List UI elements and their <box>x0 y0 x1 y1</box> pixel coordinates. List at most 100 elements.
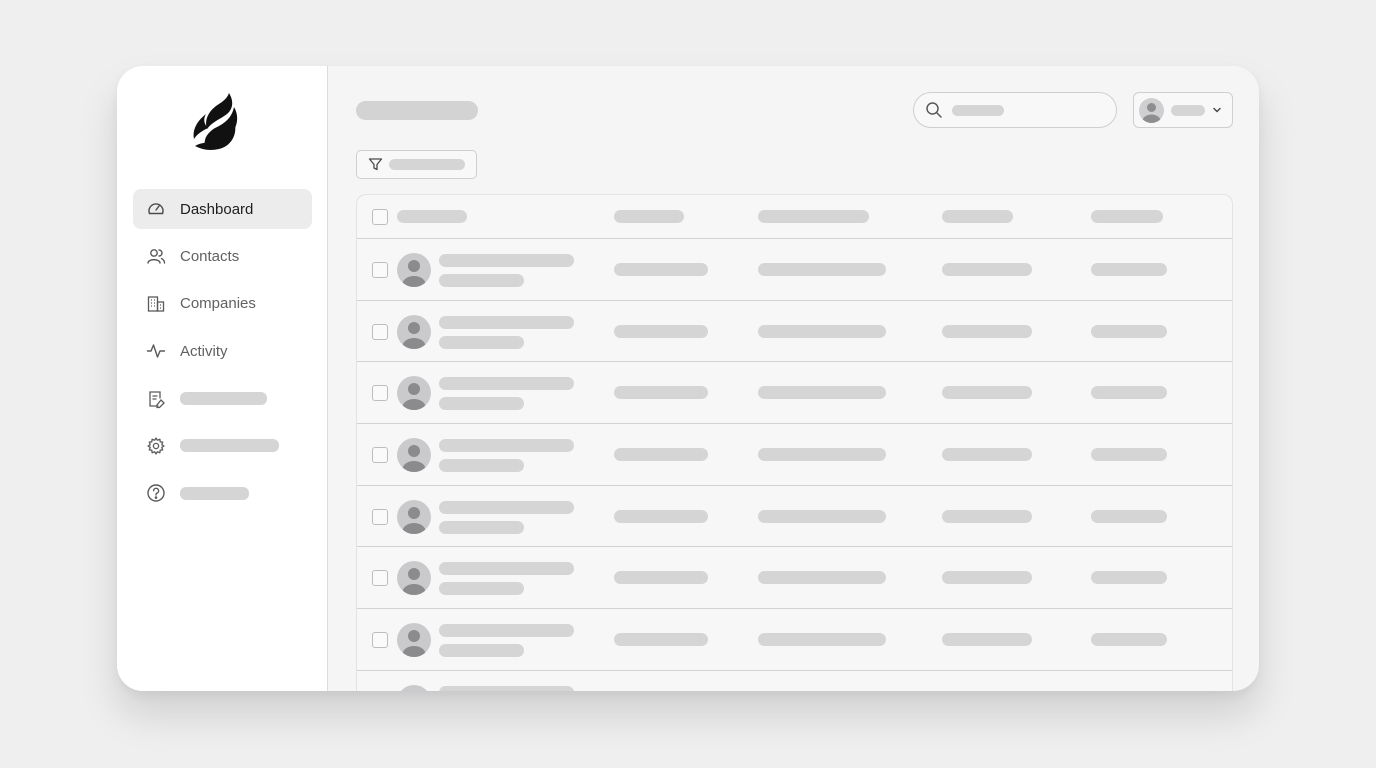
users-icon <box>146 246 166 266</box>
contact-name[interactable] <box>439 439 574 453</box>
contact-subtitle <box>439 644 524 658</box>
sidebar-item-label: Dashboard <box>180 200 254 218</box>
filter-label <box>389 159 465 170</box>
contact-subtitle <box>439 397 524 411</box>
document-edit-icon <box>146 389 166 409</box>
table-cell <box>1091 448 1167 462</box>
table-cell <box>942 571 1032 585</box>
table-row[interactable] <box>357 547 1232 610</box>
contact-name[interactable] <box>439 315 574 329</box>
sidebar-item-label: Contacts <box>180 247 240 265</box>
column-header[interactable] <box>758 210 869 223</box>
gauge-icon <box>146 199 166 219</box>
table-cell <box>942 633 1032 647</box>
table-cell <box>1091 386 1167 400</box>
sidebar: Dashboard Contacts Companies Activity <box>117 66 328 691</box>
contact-subtitle <box>439 274 524 287</box>
search-box[interactable] <box>913 92 1117 128</box>
avatar <box>1139 97 1164 123</box>
table-cell <box>758 386 886 400</box>
user-name <box>1171 104 1205 116</box>
table-row[interactable] <box>357 362 1232 425</box>
sidebar-item-contacts[interactable]: Contacts <box>133 236 312 276</box>
column-header[interactable] <box>942 210 1013 223</box>
filter-button[interactable] <box>356 150 477 179</box>
table-cell <box>758 509 886 523</box>
avatar <box>397 561 431 596</box>
sidebar-item-activity[interactable]: Activity <box>133 331 312 371</box>
sidebar-item-label <box>180 439 279 453</box>
avatar <box>397 314 431 349</box>
sidebar-item-label <box>180 486 249 500</box>
sidebar-item-label <box>180 392 267 406</box>
table-cell <box>614 509 708 523</box>
sidebar-nav: Dashboard Contacts Companies Activity <box>133 189 312 521</box>
app-window: Dashboard Contacts Companies Activity <box>117 66 1259 691</box>
table-cell <box>942 386 1032 400</box>
contact-name[interactable] <box>439 500 574 514</box>
page-title <box>356 101 478 120</box>
table-cell <box>614 571 708 585</box>
sidebar-item-companies[interactable]: Companies <box>133 284 312 324</box>
contact-name[interactable] <box>439 562 574 576</box>
table-cell <box>1091 509 1167 523</box>
table-cell <box>1091 571 1167 585</box>
avatar <box>397 438 431 473</box>
row-checkbox[interactable] <box>372 570 388 587</box>
row-checkbox[interactable] <box>372 262 388 278</box>
sidebar-item-dashboard[interactable]: Dashboard <box>133 189 312 229</box>
table-cell <box>758 571 886 585</box>
search-input[interactable] <box>952 104 1004 116</box>
table-cell <box>614 386 708 400</box>
table-cell <box>1091 633 1167 647</box>
pulse-icon <box>146 341 166 361</box>
contacts-table <box>356 194 1233 691</box>
building-icon <box>146 294 166 314</box>
chevron-down-icon <box>1211 104 1223 116</box>
row-checkbox[interactable] <box>372 447 388 464</box>
row-checkbox[interactable] <box>372 385 388 402</box>
row-checkbox[interactable] <box>372 632 388 649</box>
contact-subtitle <box>439 582 524 596</box>
table-row[interactable] <box>357 239 1232 301</box>
search-icon <box>925 101 943 119</box>
sidebar-item-label: Activity <box>180 342 228 360</box>
avatar <box>397 684 431 691</box>
contact-name[interactable] <box>439 685 574 691</box>
avatar <box>397 499 431 534</box>
table-row[interactable] <box>357 671 1232 691</box>
contact-name[interactable] <box>439 624 574 638</box>
avatar <box>397 376 431 411</box>
select-all-checkbox[interactable] <box>372 209 388 225</box>
table-body <box>357 239 1232 691</box>
row-checkbox[interactable] <box>372 323 388 340</box>
table-cell <box>614 448 708 462</box>
table-cell <box>942 448 1032 462</box>
contact-subtitle <box>439 335 524 349</box>
table-row[interactable] <box>357 301 1232 363</box>
contact-subtitle <box>439 520 524 534</box>
row-checkbox[interactable] <box>372 508 388 525</box>
filter-icon <box>368 157 383 172</box>
help-circle-icon <box>146 483 166 503</box>
sidebar-item-help[interactable] <box>133 473 312 513</box>
sidebar-item-notes[interactable] <box>133 379 312 419</box>
contact-name[interactable] <box>439 254 574 267</box>
column-header[interactable] <box>1091 210 1163 223</box>
table-row[interactable] <box>357 486 1232 548</box>
contact-name[interactable] <box>439 377 574 391</box>
gear-icon <box>146 436 166 456</box>
table-cell <box>758 633 886 647</box>
sidebar-item-settings[interactable] <box>133 426 312 466</box>
column-header[interactable] <box>614 210 684 223</box>
contact-subtitle <box>439 459 524 473</box>
column-header[interactable] <box>397 210 467 223</box>
user-menu[interactable] <box>1133 92 1233 128</box>
table-cell <box>942 263 1032 276</box>
table-cell <box>1091 324 1167 338</box>
table-cell <box>758 448 886 462</box>
table-row[interactable] <box>357 609 1232 671</box>
table-header <box>357 195 1232 239</box>
table-row[interactable] <box>357 424 1232 486</box>
flame-logo-icon[interactable] <box>190 91 240 151</box>
